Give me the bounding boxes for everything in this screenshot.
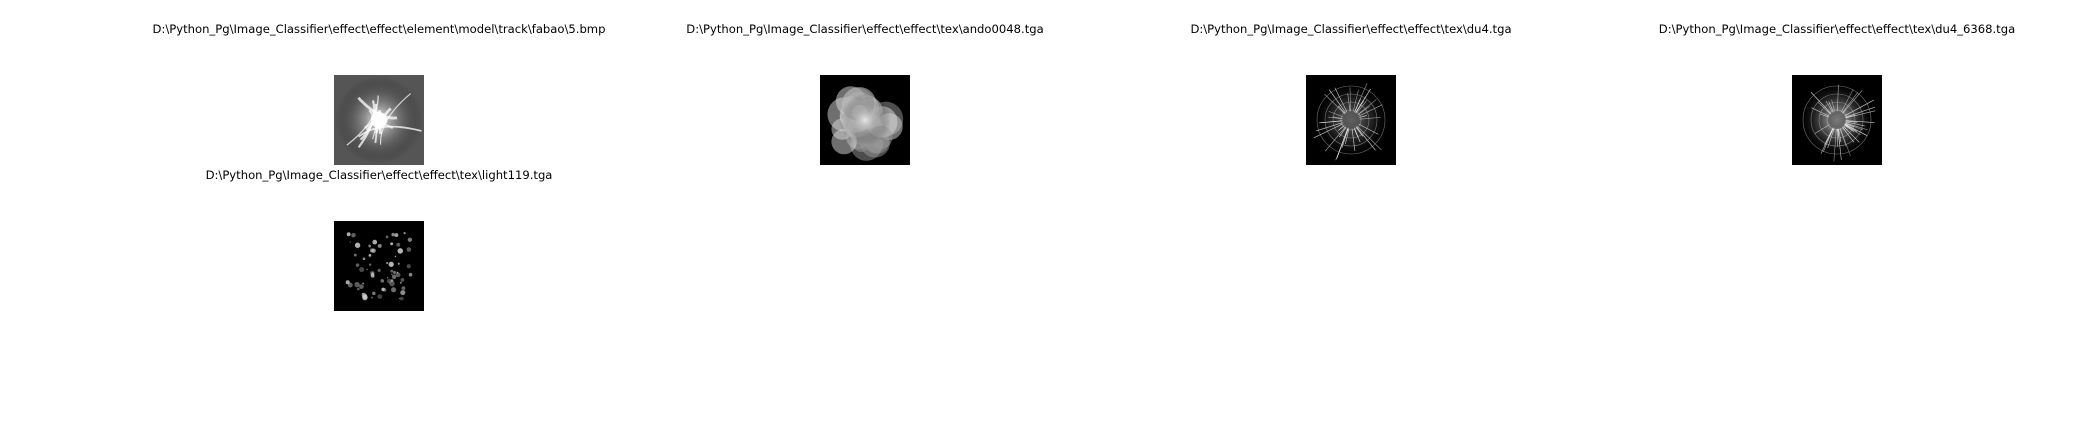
image-thumbnail	[1306, 75, 1396, 165]
image-cell: D:\Python_Pg\Image_Classifier\effect\eff…	[625, 0, 1105, 421]
image-cell: D:\Python_Pg\Image_Classifier\effect\eff…	[1111, 0, 1591, 421]
image-caption: D:\Python_Pg\Image_Classifier\effect\eff…	[686, 22, 1044, 36]
image-thumbnail	[1792, 75, 1882, 165]
image-caption: D:\Python_Pg\Image_Classifier\effect\eff…	[205, 168, 553, 182]
image-caption: D:\Python_Pg\Image_Classifier\effect\eff…	[1190, 22, 1512, 36]
image-cell: D:\Python_Pg\Image_Classifier\effect\eff…	[139, 0, 619, 421]
image-thumbnail	[820, 75, 910, 165]
image-grid: D:\Python_Pg\Image_Classifier\effect\eff…	[0, 0, 2073, 421]
image-thumbnail	[334, 221, 424, 311]
image-caption: D:\Python_Pg\Image_Classifier\effect\eff…	[1658, 22, 2016, 36]
image-cell: D:\Python_Pg\Image_Classifier\effect\eff…	[1597, 0, 2073, 421]
